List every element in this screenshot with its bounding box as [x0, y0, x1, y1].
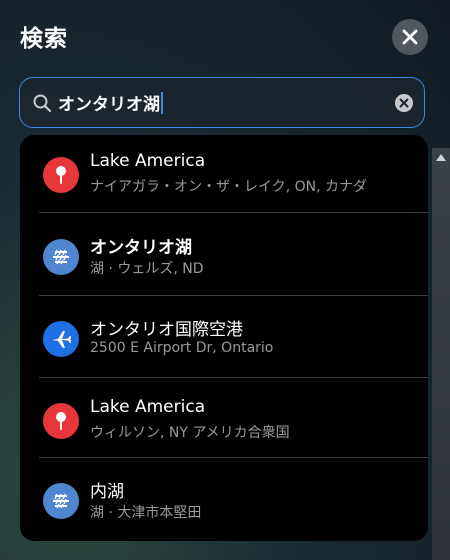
divider [39, 457, 428, 458]
search-icon [33, 94, 52, 112]
text-cursor [161, 91, 163, 114]
search-field[interactable]: オンタリオ湖 [19, 77, 425, 128]
divider [39, 212, 428, 213]
airplane-icon [43, 321, 79, 357]
clear-search-button[interactable] [394, 93, 414, 113]
pin-icon [43, 403, 79, 439]
result-name: Lake America [90, 397, 206, 417]
result-subtitle: 2500 E Airport Dr, Ontario [90, 340, 274, 356]
close-button[interactable] [392, 19, 428, 55]
result-subtitle: ウィルソン, NY アメリカ合衆国 [90, 425, 290, 441]
result-item[interactable]: Lake America ウィルソン, NY アメリカ合衆国 [20, 381, 428, 463]
result-name: オンタリオ湖 [90, 238, 192, 258]
result-item[interactable]: 内湖 湖 · 大津市本堅田 [20, 461, 428, 541]
result-subtitle: ナイアガラ・オン・ザ・レイク, ON, カナダ [90, 179, 368, 195]
page-title: 検索 [20, 26, 68, 52]
result-item[interactable]: オンタリオ国際空港 2500 E Airport Dr, Ontario [20, 299, 428, 381]
result-name: Lake America [90, 151, 206, 171]
result-subtitle: 湖 · 大津市本堅田 [90, 505, 202, 521]
result-item[interactable]: オンタリオ湖 湖 · ウェルズ, ND [20, 217, 428, 299]
close-icon [402, 29, 418, 45]
lake-icon [43, 483, 79, 519]
result-subtitle: 湖 · ウェルズ, ND [90, 261, 204, 277]
search-input[interactable]: オンタリオ湖 [58, 90, 394, 115]
scroll-up-icon [436, 154, 446, 161]
search-results-list: Lake America ナイアガラ・オン・ザ・レイク, ON, カナダ オンタ… [20, 135, 428, 541]
result-name: オンタリオ国際空港 [90, 320, 243, 340]
result-item[interactable]: Lake America ナイアガラ・オン・ザ・レイク, ON, カナダ [20, 135, 428, 217]
result-name: 内湖 [90, 482, 124, 502]
search-input-text: オンタリオ湖 [58, 95, 160, 115]
pin-icon [43, 157, 79, 193]
divider [39, 377, 428, 378]
background-map-edge [432, 148, 450, 560]
divider [39, 295, 428, 296]
lake-icon [43, 239, 79, 275]
